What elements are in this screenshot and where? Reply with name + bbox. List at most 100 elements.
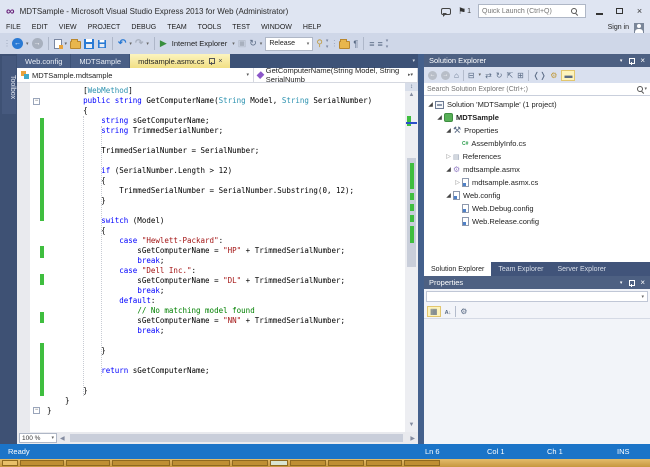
expander-collapsed-icon[interactable]: ▷ [444,153,453,160]
browser-link-refresh-button[interactable]: ↻ [249,38,257,49]
scroll-right-icon[interactable]: ▶ [407,435,418,442]
add-to-source-control-button[interactable] [339,41,350,49]
tree-item-web-debug-config[interactable]: ◢ Web.Debug.config [424,202,650,215]
menu-project[interactable]: PROJECT [88,24,121,31]
pin-panel-icon[interactable] [628,279,634,287]
code-editor[interactable]: − − [WebMethod] public string GetCompute… [17,83,405,432]
toolbox-tab[interactable]: Toolbox [2,56,16,114]
expander-collapsed-icon[interactable]: ▷ [453,179,462,186]
menu-test[interactable]: TEST [232,24,250,31]
tree-item-solution[interactable]: ◢ Solution 'MDTSample' (1 project) [424,98,650,111]
minimize-button[interactable] [593,5,606,18]
tree-item-properties[interactable]: ◢ ⚒ Properties [424,124,650,137]
redo-dropdown-icon[interactable]: ▾ [146,41,149,47]
show-all-files-icon[interactable]: ▬ [561,70,575,81]
start-debug-browser-label[interactable]: Internet Explorer [172,39,227,48]
refresh-icon[interactable]: ↻ [496,71,503,80]
tab-web-config[interactable]: Web.config [17,54,70,68]
taskbar-button[interactable] [328,460,364,466]
taskbar-button[interactable] [404,460,440,466]
tree-item-assemblyinfo[interactable]: ◢ C# AssemblyInfo.cs [424,137,650,150]
alphabetical-sort-icon[interactable]: A↓ [445,307,452,316]
close-panel-icon[interactable]: × [640,279,645,287]
wrench-icon[interactable]: ⚙ [550,71,557,80]
member-dropdown[interactable]: GetComputerName(String Model, String Ser… [254,68,418,82]
properties-title-bar[interactable]: Properties ▾ × [424,276,650,289]
tree-item-mdtsample-asmx-cs[interactable]: ▷ mdtsample.asmx.cs [424,176,650,189]
solution-explorer-title-bar[interactable]: Solution Explorer ▾ × [424,54,650,67]
menu-debug[interactable]: DEBUG [131,24,156,31]
notifications-button[interactable]: ⚑ 1 [458,6,471,17]
scroll-up-icon[interactable]: ▲ [405,91,418,100]
restore-button[interactable] [613,5,626,18]
new-file-button[interactable] [54,39,62,49]
navigate-forward-button[interactable]: → [32,38,43,49]
tree-item-mdtsample-asmx[interactable]: ◢ ⚙ mdtsample.asmx [424,163,650,176]
undo-button[interactable]: ↶ [118,38,126,49]
quick-launch-input[interactable] [482,8,570,15]
menu-edit[interactable]: EDIT [32,24,48,31]
menu-tools[interactable]: TOOLS [198,24,222,31]
navigate-back-dropdown-icon[interactable]: ▾ [26,41,29,47]
tab-mdtsample[interactable]: MDTSample [71,54,129,68]
menu-team[interactable]: TEAM [167,24,186,31]
open-file-button[interactable] [70,41,81,49]
chevron-down-icon[interactable]: ▾ [479,72,482,78]
taskbar-button[interactable] [366,460,402,466]
collapse-all-icon[interactable]: ⊟ [468,71,475,80]
zoom-select[interactable]: 100 % ▾ [19,433,57,443]
pending-changes-filter-icon[interactable]: ⇄ [485,71,492,80]
expander-expanded-icon[interactable]: ◢ [444,127,453,134]
taskbar-button[interactable] [232,460,268,466]
solution-configuration-select[interactable]: Release ▾ [265,37,313,51]
feedback-icon[interactable] [441,8,451,15]
tab-solution-explorer[interactable]: Solution Explorer [424,262,491,276]
menu-window[interactable]: WINDOW [261,24,292,31]
close-panel-icon[interactable]: × [640,57,645,65]
home-icon[interactable]: ⌂ [454,71,459,80]
editor-splitter-handle[interactable]: ↕ [405,83,418,91]
scroll-down-icon[interactable]: ▼ [405,421,418,430]
menu-help[interactable]: HELP [303,24,321,31]
collapse-region-icon[interactable]: − [33,98,40,105]
sign-in-link[interactable]: Sign in [608,24,629,31]
chevron-down-icon[interactable]: ▾ [644,86,647,92]
navigate-back-button[interactable]: ← [12,38,23,49]
undo-dropdown-icon[interactable]: ▾ [129,41,132,47]
find-in-files-button[interactable]: ⚲ [316,38,323,49]
menu-file[interactable]: FILE [6,24,21,31]
close-tab-icon[interactable]: × [218,58,222,65]
formatting-marks-button[interactable]: ¶ [353,39,358,49]
sync-with-active-document-icon[interactable]: ⇱ [506,71,513,80]
tab-team-explorer[interactable]: Team Explorer [491,262,550,276]
taskbar-start-button[interactable] [2,460,18,466]
toolbar-grip[interactable]: ⋮ [330,39,336,48]
view-code-icon[interactable]: ❬❭ [533,71,546,80]
vertical-scrollbar[interactable]: ↕ ▲ ▼ [405,83,418,432]
browser-select-dropdown-icon[interactable]: ▾ [232,41,235,47]
quick-launch-box[interactable] [478,4,586,18]
code-content[interactable]: [WebMethod] public string GetComputerNam… [47,86,372,416]
pin-tab-icon[interactable] [208,57,214,65]
tree-item-web-release-config[interactable]: ◢ Web.Release.config [424,215,650,228]
start-debug-icon[interactable]: ▶ [160,38,167,49]
properties-window-icon[interactable]: ⊞ [517,71,524,80]
horizontal-scrollbar[interactable] [68,432,408,444]
tab-server-explorer[interactable]: Server Explorer [550,262,613,276]
taskbar-button[interactable] [290,460,326,466]
taskbar-button[interactable] [20,460,64,466]
tab-mdtsample-asmx-cs[interactable]: mdtsample.asmx.cs × [130,54,230,68]
solution-search-input[interactable] [427,86,636,93]
toolbar-overflow-button[interactable]: ▾▾ [386,38,388,50]
scroll-left-icon[interactable]: ◀ [57,435,68,442]
tree-item-web-config[interactable]: ◢ Web.config [424,189,650,202]
close-button[interactable]: × [633,5,646,18]
browser-link-dropdown-icon[interactable]: ▾ [260,41,263,47]
redo-button[interactable]: ↷ [135,38,143,49]
horizontal-scroll-thumb[interactable] [70,434,404,442]
expander-expanded-icon[interactable]: ◢ [444,192,453,199]
menu-view[interactable]: VIEW [59,24,77,31]
tree-item-project[interactable]: ◢ MDTSample [424,111,650,124]
taskbar-button[interactable] [66,460,110,466]
properties-object-select[interactable]: ▾ [426,291,648,302]
